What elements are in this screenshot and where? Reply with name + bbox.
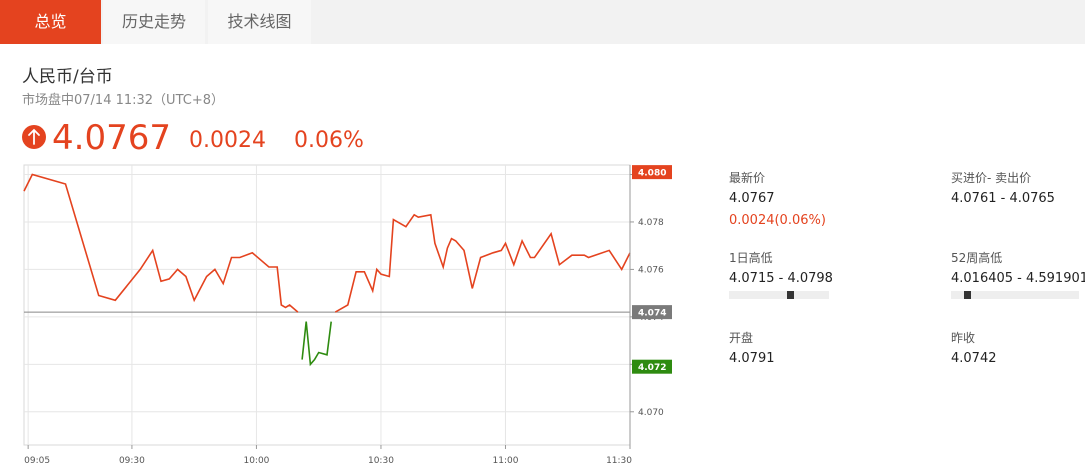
market-status: 市场盘中07/14 11:32（UTC+8） [22,93,224,108]
stat-bid-ask-label: 买进价- 卖出价 [951,171,1032,185]
chart-frame [23,164,631,446]
stat-day-range-label: 1日高低 [729,251,773,265]
tab-bar: 总览 历史走势 技术线图 [0,0,1085,44]
stat-bid-ask-value: 4.0761 - 4.0765 [951,191,1055,206]
stat-52week-label: 52周高低 [951,251,1003,265]
chart-axis: 4.070 4.072 4.074 4.076 4.078 4.080 09:05 09:30… [24,165,664,466]
price-line-up-segment [23,173,631,313]
price-change: 0.0024 [189,128,266,153]
y-tick-label: 4.078 [638,218,664,228]
x-tick-label: 11:00 [493,456,519,466]
week52-range-marker [964,291,971,299]
stat-open-label: 开盘 [729,331,754,345]
x-tick-label: 11:30 [606,456,632,466]
intraday-line-chart[interactable]: 4.070 4.072 4.074 4.076 4.078 4.080 09:05 09:30… [0,160,680,467]
x-tick-label: 09:30 [119,456,145,466]
stat-latest-value: 4.0767 [729,191,775,206]
tab-history[interactable]: 历史走势 [103,0,205,44]
day-range-bar [729,291,829,299]
stat-latest-change: 0.0024(0.06%) [729,213,826,228]
price-line-down-segment [301,321,332,367]
stat-52week-value: 4.016405 - 4.591901 [951,271,1085,286]
x-tick-label: 10:30 [368,456,394,466]
day-range-marker [787,291,794,299]
price-tag-label: 4.074 [638,309,666,319]
x-tick-label: 10:00 [243,456,269,466]
tab-technical-chart[interactable]: 技术线图 [208,0,311,44]
stat-day-range-value: 4.0715 - 4.0798 [729,271,833,286]
y-tick-label: 4.070 [638,408,664,418]
arrow-up-icon [22,125,46,149]
chart-grid [23,164,631,446]
price-change-percent: 0.06% [294,128,364,153]
tab-overview[interactable]: 总览 [0,0,101,44]
stat-open-value: 4.0791 [729,351,775,366]
y-tick-label: 4.076 [638,265,664,275]
page-title: 人民币/台币 [22,67,113,87]
price-tag-label: 4.072 [638,363,666,373]
stat-prev-close-value: 4.0742 [951,351,997,366]
stat-prev-close-label: 昨收 [951,331,976,345]
x-tick-label: 09:05 [24,456,50,466]
week52-range-bar [951,291,1079,299]
price-tag-label: 4.080 [638,169,666,179]
last-price: 4.0767 [52,118,171,158]
stat-latest-label: 最新价 [729,171,766,185]
